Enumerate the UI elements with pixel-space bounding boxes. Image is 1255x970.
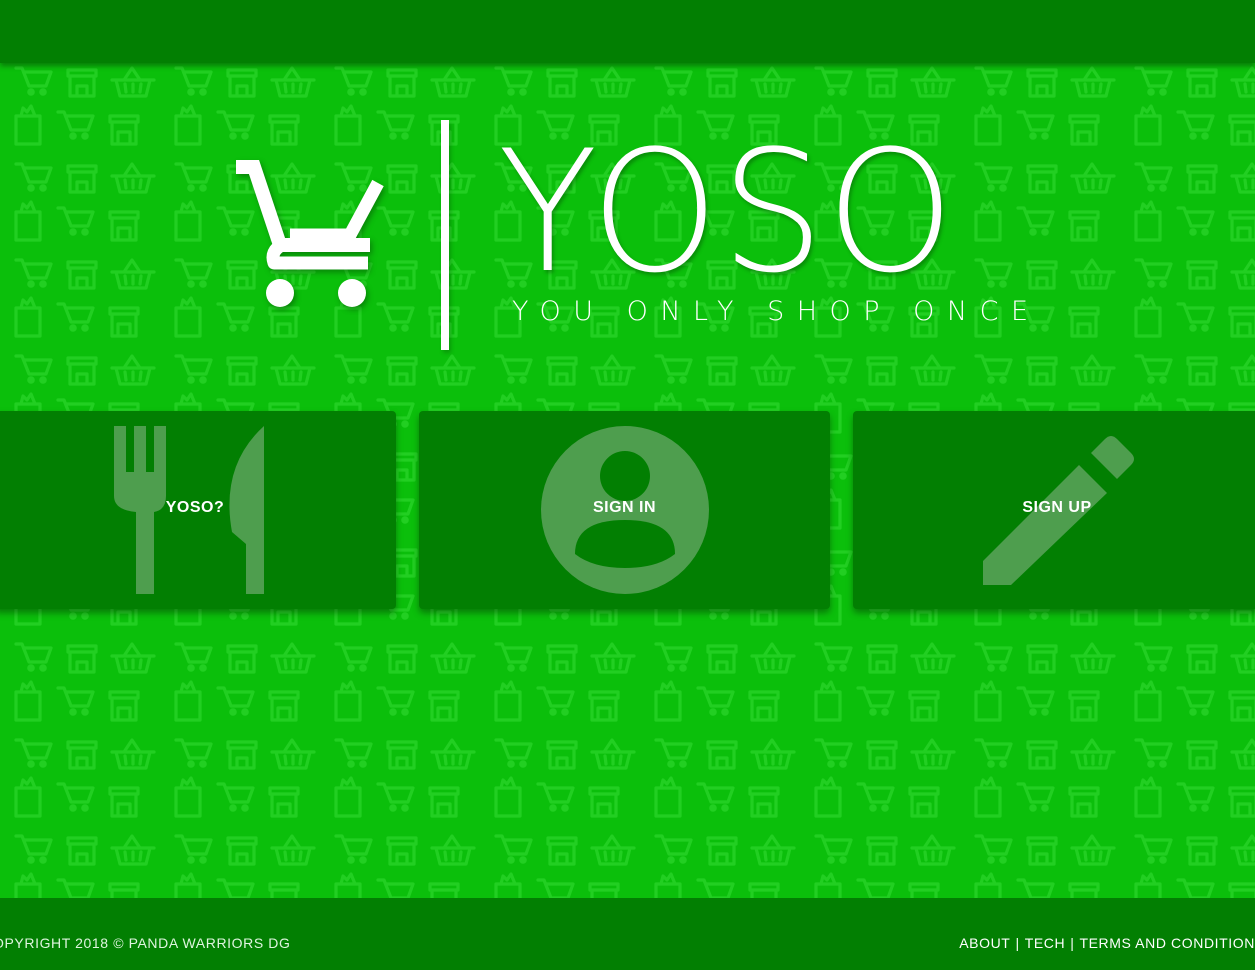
footer: OPYRIGHT 2018 © PANDA WARRIORS DG ABOUT |… <box>0 898 1255 970</box>
yoso-about-card[interactable]: YOSO? <box>0 411 396 609</box>
tech-link[interactable]: TECH <box>1025 935 1066 951</box>
yoso-card-label: YOSO? <box>165 499 225 516</box>
brand-wordmark: YOSO <box>498 114 957 310</box>
footer-separator: | <box>1015 935 1020 951</box>
sign-in-card[interactable]: SIGN IN <box>419 411 830 609</box>
shopping-cart-icon <box>236 160 384 307</box>
about-link[interactable]: ABOUT <box>959 935 1010 951</box>
logo-divider <box>441 120 449 350</box>
top-navbar <box>0 0 1255 63</box>
copyright-text: OPYRIGHT 2018 © PANDA WARRIORS DG <box>0 935 291 951</box>
footer-links: ABOUT | TECH | TERMS AND CONDITION <box>959 935 1255 951</box>
sign-up-card-label: SIGN UP <box>1022 499 1092 516</box>
sign-up-card[interactable]: SIGN UP <box>853 411 1255 609</box>
brand-tagline: YOU ONLY SHOP ONCE <box>512 296 1041 327</box>
terms-link[interactable]: TERMS AND CONDITION <box>1079 935 1255 951</box>
sign-in-card-label: SIGN IN <box>592 499 657 516</box>
footer-separator: | <box>1070 935 1075 951</box>
